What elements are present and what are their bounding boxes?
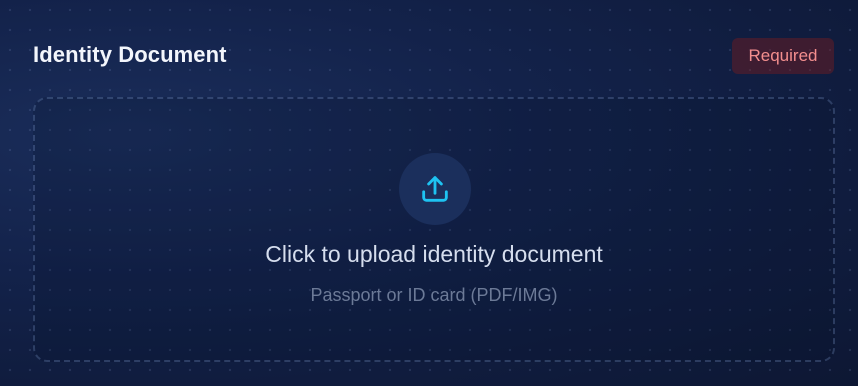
required-badge: Required <box>732 38 834 74</box>
upload-icon-container <box>399 153 471 225</box>
section-title: Identity Document <box>33 42 227 67</box>
upload-title: Click to upload identity document <box>265 241 603 267</box>
upload-icon <box>422 176 448 202</box>
identity-document-panel: Identity Document Required Click to uplo… <box>0 0 858 386</box>
upload-subtitle: Passport or ID card (PDF/IMG) <box>310 285 558 305</box>
upload-dropzone[interactable]: Click to upload identity document Passpo… <box>33 97 835 362</box>
